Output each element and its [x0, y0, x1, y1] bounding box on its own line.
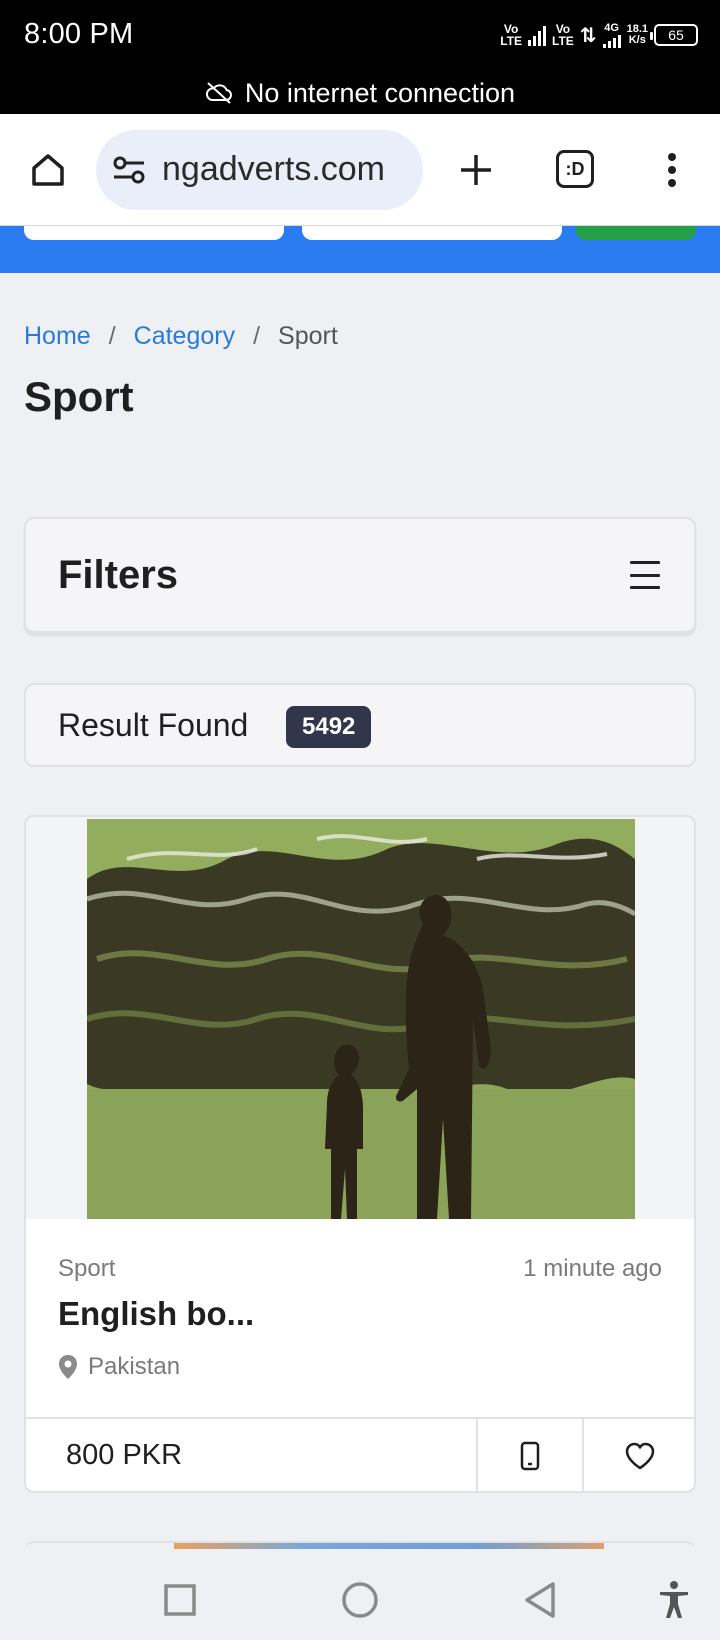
header-input-2[interactable]: [302, 226, 562, 240]
network-speed: 18.1 K/s: [627, 24, 648, 46]
recents-button[interactable]: [154, 1574, 206, 1626]
filters-title: Filters: [58, 553, 179, 597]
network-4g-indicator: 4G: [602, 22, 621, 48]
listing-time: 1 minute ago: [523, 1255, 662, 1282]
battery-level: 65: [668, 27, 684, 43]
tab-switcher-label: :D: [565, 158, 585, 179]
tab-switcher-button[interactable]: :D: [556, 150, 594, 188]
location-text: Pakistan: [88, 1353, 181, 1380]
address-bar[interactable]: ngadverts.com: [96, 130, 423, 210]
breadcrumb-separator: /: [253, 322, 261, 350]
network-type: 4G: [604, 22, 619, 34]
site-header-strip: [0, 226, 720, 273]
offline-text: No internet connection: [244, 77, 516, 108]
page-title: Sport: [24, 373, 134, 420]
new-tab-button[interactable]: [452, 146, 500, 194]
header-input-1[interactable]: [24, 226, 284, 240]
call-button[interactable]: [478, 1419, 582, 1491]
listing-title[interactable]: English bo...: [58, 1295, 254, 1333]
header-search-button[interactable]: [576, 226, 696, 240]
status-icons: Vo LTE Vo LTE ⇅ 4G 18.1 K/s 65: [500, 18, 698, 52]
home-nav-button[interactable]: [334, 1574, 386, 1626]
breadcrumb-separator: /: [108, 322, 116, 350]
offline-banner: No internet connection: [0, 72, 720, 114]
breadcrumb-category[interactable]: Category: [134, 322, 235, 351]
battery-icon: 65: [650, 24, 698, 46]
system-nav-bar: [0, 1560, 720, 1640]
breadcrumb-home[interactable]: Home: [24, 322, 91, 351]
result-label: Result Found: [58, 707, 249, 743]
listing-location: Pakistan: [58, 1353, 180, 1381]
location-pin-icon: [59, 1355, 77, 1379]
tune-icon[interactable]: [112, 155, 146, 185]
back-button[interactable]: [514, 1574, 566, 1626]
favorite-button[interactable]: [584, 1419, 694, 1491]
status-time: 8:00 PM: [24, 18, 134, 50]
data-transfer-icon: ⇅: [579, 24, 597, 47]
listing-price: 800 PKR: [66, 1439, 183, 1471]
listing-card[interactable]: Sport 1 minute ago English bo... Pakista…: [24, 815, 696, 1493]
listing-category: Sport: [58, 1255, 116, 1282]
browser-menu-button[interactable]: [652, 146, 692, 194]
listing-image-container[interactable]: [26, 817, 694, 1219]
volte-indicator-1: Vo LTE: [500, 23, 522, 47]
plus-icon: [461, 155, 491, 185]
more-vertical-icon: [668, 153, 676, 187]
status-bar: 8:00 PM Vo LTE Vo LTE ⇅ 4G 18.1 K/s 65 N…: [0, 0, 720, 114]
hamburger-menu-icon[interactable]: [630, 561, 660, 589]
signal-icon-2: [602, 34, 621, 48]
heart-icon: [625, 1442, 655, 1470]
result-summary: Result Found 5492: [24, 683, 696, 767]
triangle-back-icon: [525, 1582, 555, 1618]
accessibility-button[interactable]: [648, 1574, 700, 1626]
home-button[interactable]: [24, 146, 72, 194]
listing-footer: 800 PKR: [26, 1417, 694, 1491]
result-count-badge: 5492: [286, 706, 372, 748]
volte-bottom: LTE: [500, 34, 523, 48]
breadcrumb-current: Sport: [278, 322, 338, 350]
phone-icon: [520, 1441, 540, 1471]
volte-bottom: LTE: [552, 34, 574, 48]
url-text[interactable]: ngadverts.com: [162, 150, 385, 189]
cloud-off-icon: [205, 82, 232, 104]
square-icon: [164, 1584, 196, 1616]
browser-toolbar: ngadverts.com :D: [0, 114, 720, 226]
book-cover-image[interactable]: [87, 819, 635, 1219]
home-icon: [32, 154, 64, 186]
signal-icon-1: [528, 24, 547, 46]
filters-panel[interactable]: Filters: [24, 517, 696, 633]
breadcrumb: Home / Category / Sport: [24, 322, 338, 351]
next-listing-image: [174, 1543, 604, 1549]
speed-unit: K/s: [628, 34, 646, 46]
volte-indicator-2: Vo LTE: [552, 23, 574, 47]
circle-icon: [342, 1582, 378, 1618]
accessibility-icon: [660, 1581, 688, 1618]
